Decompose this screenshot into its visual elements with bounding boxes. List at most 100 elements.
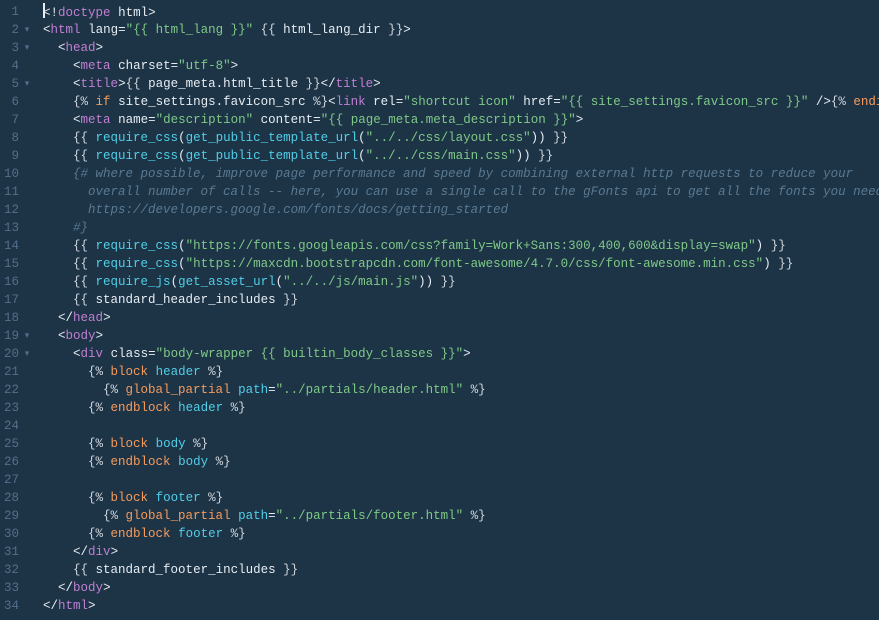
code-line[interactable]: {% block body %}: [43, 435, 879, 453]
line-number[interactable]: 32: [4, 561, 31, 579]
line-number[interactable]: 25: [4, 435, 31, 453]
code-line[interactable]: overall number of calls -- here, you can…: [43, 183, 879, 201]
line-number[interactable]: 12: [4, 201, 31, 219]
line-number[interactable]: 33: [4, 579, 31, 597]
code-token: >: [103, 311, 111, 325]
code-line[interactable]: [43, 417, 879, 435]
code-line[interactable]: </head>: [43, 309, 879, 327]
code-token: >: [463, 347, 471, 361]
code-line[interactable]: {{ require_css(get_public_template_url("…: [43, 147, 879, 165]
line-number[interactable]: 26: [4, 453, 31, 471]
code-line[interactable]: </body>: [43, 579, 879, 597]
code-line[interactable]: {% if site_settings.favicon_src %}<link …: [43, 93, 879, 111]
code-token: =: [553, 95, 561, 109]
line-number[interactable]: 8: [4, 129, 31, 147]
line-number[interactable]: 1: [4, 3, 31, 21]
code-line[interactable]: {{ standard_footer_includes }}: [43, 561, 879, 579]
line-number[interactable]: 28: [4, 489, 31, 507]
code-token: lang: [88, 23, 118, 37]
code-line[interactable]: </html>: [43, 597, 879, 615]
fold-toggle-icon[interactable]: ▾: [23, 39, 31, 57]
code-token: "https://maxcdn.bootstrapcdn.com/font-aw…: [186, 257, 764, 271]
code-token: ): [763, 257, 771, 271]
code-token: require_css: [96, 131, 179, 145]
line-number[interactable]: 3▾: [4, 39, 31, 57]
code-line[interactable]: {{ require_js(get_asset_url("../../js/ma…: [43, 273, 879, 291]
code-token: </: [58, 311, 73, 325]
line-number[interactable]: 15: [4, 255, 31, 273]
code-line[interactable]: {{ require_css("https://fonts.googleapis…: [43, 237, 879, 255]
fold-toggle-icon[interactable]: ▾: [23, 345, 31, 363]
code-line[interactable]: {# where possible, improve page performa…: [43, 165, 879, 183]
code-line[interactable]: {% endblock header %}: [43, 399, 879, 417]
code-token: block: [111, 491, 149, 505]
code-token: [148, 491, 156, 505]
line-number[interactable]: 30: [4, 525, 31, 543]
code-token: "shortcut icon": [403, 95, 516, 109]
line-number[interactable]: 23: [4, 399, 31, 417]
code-line[interactable]: <!doctype html>: [43, 3, 879, 21]
code-line[interactable]: {% endblock body %}: [43, 453, 879, 471]
line-number[interactable]: 13: [4, 219, 31, 237]
code-token: "../../js/main.js": [283, 275, 418, 289]
code-token: body: [178, 455, 208, 469]
line-number[interactable]: 16: [4, 273, 31, 291]
fold-toggle-icon[interactable]: ▾: [23, 327, 31, 345]
code-line[interactable]: https://developers.google.com/fonts/docs…: [43, 201, 879, 219]
code-token: html: [51, 23, 81, 37]
code-line[interactable]: {{ require_css("https://maxcdn.bootstrap…: [43, 255, 879, 273]
line-number[interactable]: 14: [4, 237, 31, 255]
line-number[interactable]: 5▾: [4, 75, 31, 93]
code-line[interactable]: <head>: [43, 39, 879, 57]
line-number[interactable]: 20▾: [4, 345, 31, 363]
code-token: require_css: [96, 239, 179, 253]
line-number[interactable]: 4: [4, 57, 31, 75]
line-number[interactable]: 21: [4, 363, 31, 381]
code-token: html: [118, 6, 148, 20]
code-line[interactable]: <title>{{ page_meta.html_title }}</title…: [43, 75, 879, 93]
code-line[interactable]: {% endblock footer %}: [43, 525, 879, 543]
code-token: %}: [223, 401, 246, 415]
line-number[interactable]: 31: [4, 543, 31, 561]
code-line[interactable]: <meta charset="utf-8">: [43, 57, 879, 75]
code-token: %}: [201, 365, 224, 379]
line-number[interactable]: 29: [4, 507, 31, 525]
line-number[interactable]: 2▾: [4, 21, 31, 39]
code-line[interactable]: {% global_partial path="../partials/foot…: [43, 507, 879, 525]
code-line[interactable]: <meta name="description" content="{{ pag…: [43, 111, 879, 129]
code-token: {{: [73, 239, 96, 253]
line-number[interactable]: 9: [4, 147, 31, 165]
line-number[interactable]: 7: [4, 111, 31, 129]
code-line[interactable]: <body>: [43, 327, 879, 345]
fold-toggle-icon[interactable]: ▾: [23, 21, 31, 39]
line-number[interactable]: 34: [4, 597, 31, 615]
code-area[interactable]: <!doctype html><html lang="{{ html_lang …: [39, 0, 879, 620]
code-token: %}: [208, 455, 231, 469]
code-line[interactable]: <html lang="{{ html_lang }}" {{ html_lan…: [43, 21, 879, 39]
line-number[interactable]: 17: [4, 291, 31, 309]
line-number-gutter[interactable]: 12▾3▾45▾678910111213141516171819▾20▾2122…: [0, 0, 39, 620]
code-editor[interactable]: 12▾3▾45▾678910111213141516171819▾20▾2122…: [0, 0, 879, 620]
code-line[interactable]: {{ require_css(get_public_template_url("…: [43, 129, 879, 147]
code-line[interactable]: <div class="body-wrapper {{ builtin_body…: [43, 345, 879, 363]
code-token: get_public_template_url: [186, 149, 359, 163]
line-number[interactable]: 18: [4, 309, 31, 327]
code-line[interactable]: </div>: [43, 543, 879, 561]
code-line[interactable]: {% block footer %}: [43, 489, 879, 507]
line-number[interactable]: 27: [4, 471, 31, 489]
line-number[interactable]: 10: [4, 165, 31, 183]
line-number[interactable]: 22: [4, 381, 31, 399]
fold-toggle-icon[interactable]: ▾: [23, 75, 31, 93]
code-line[interactable]: #}: [43, 219, 879, 237]
code-line[interactable]: [43, 471, 879, 489]
code-token: https://developers.google.com/fonts/docs…: [88, 203, 508, 217]
code-line[interactable]: {% global_partial path="../partials/head…: [43, 381, 879, 399]
code-line[interactable]: {{ standard_header_includes }}: [43, 291, 879, 309]
code-token: {{: [126, 77, 149, 91]
code-token: [253, 23, 261, 37]
line-number[interactable]: 6: [4, 93, 31, 111]
line-number[interactable]: 11: [4, 183, 31, 201]
code-line[interactable]: {% block header %}: [43, 363, 879, 381]
line-number[interactable]: 19▾: [4, 327, 31, 345]
line-number[interactable]: 24: [4, 417, 31, 435]
